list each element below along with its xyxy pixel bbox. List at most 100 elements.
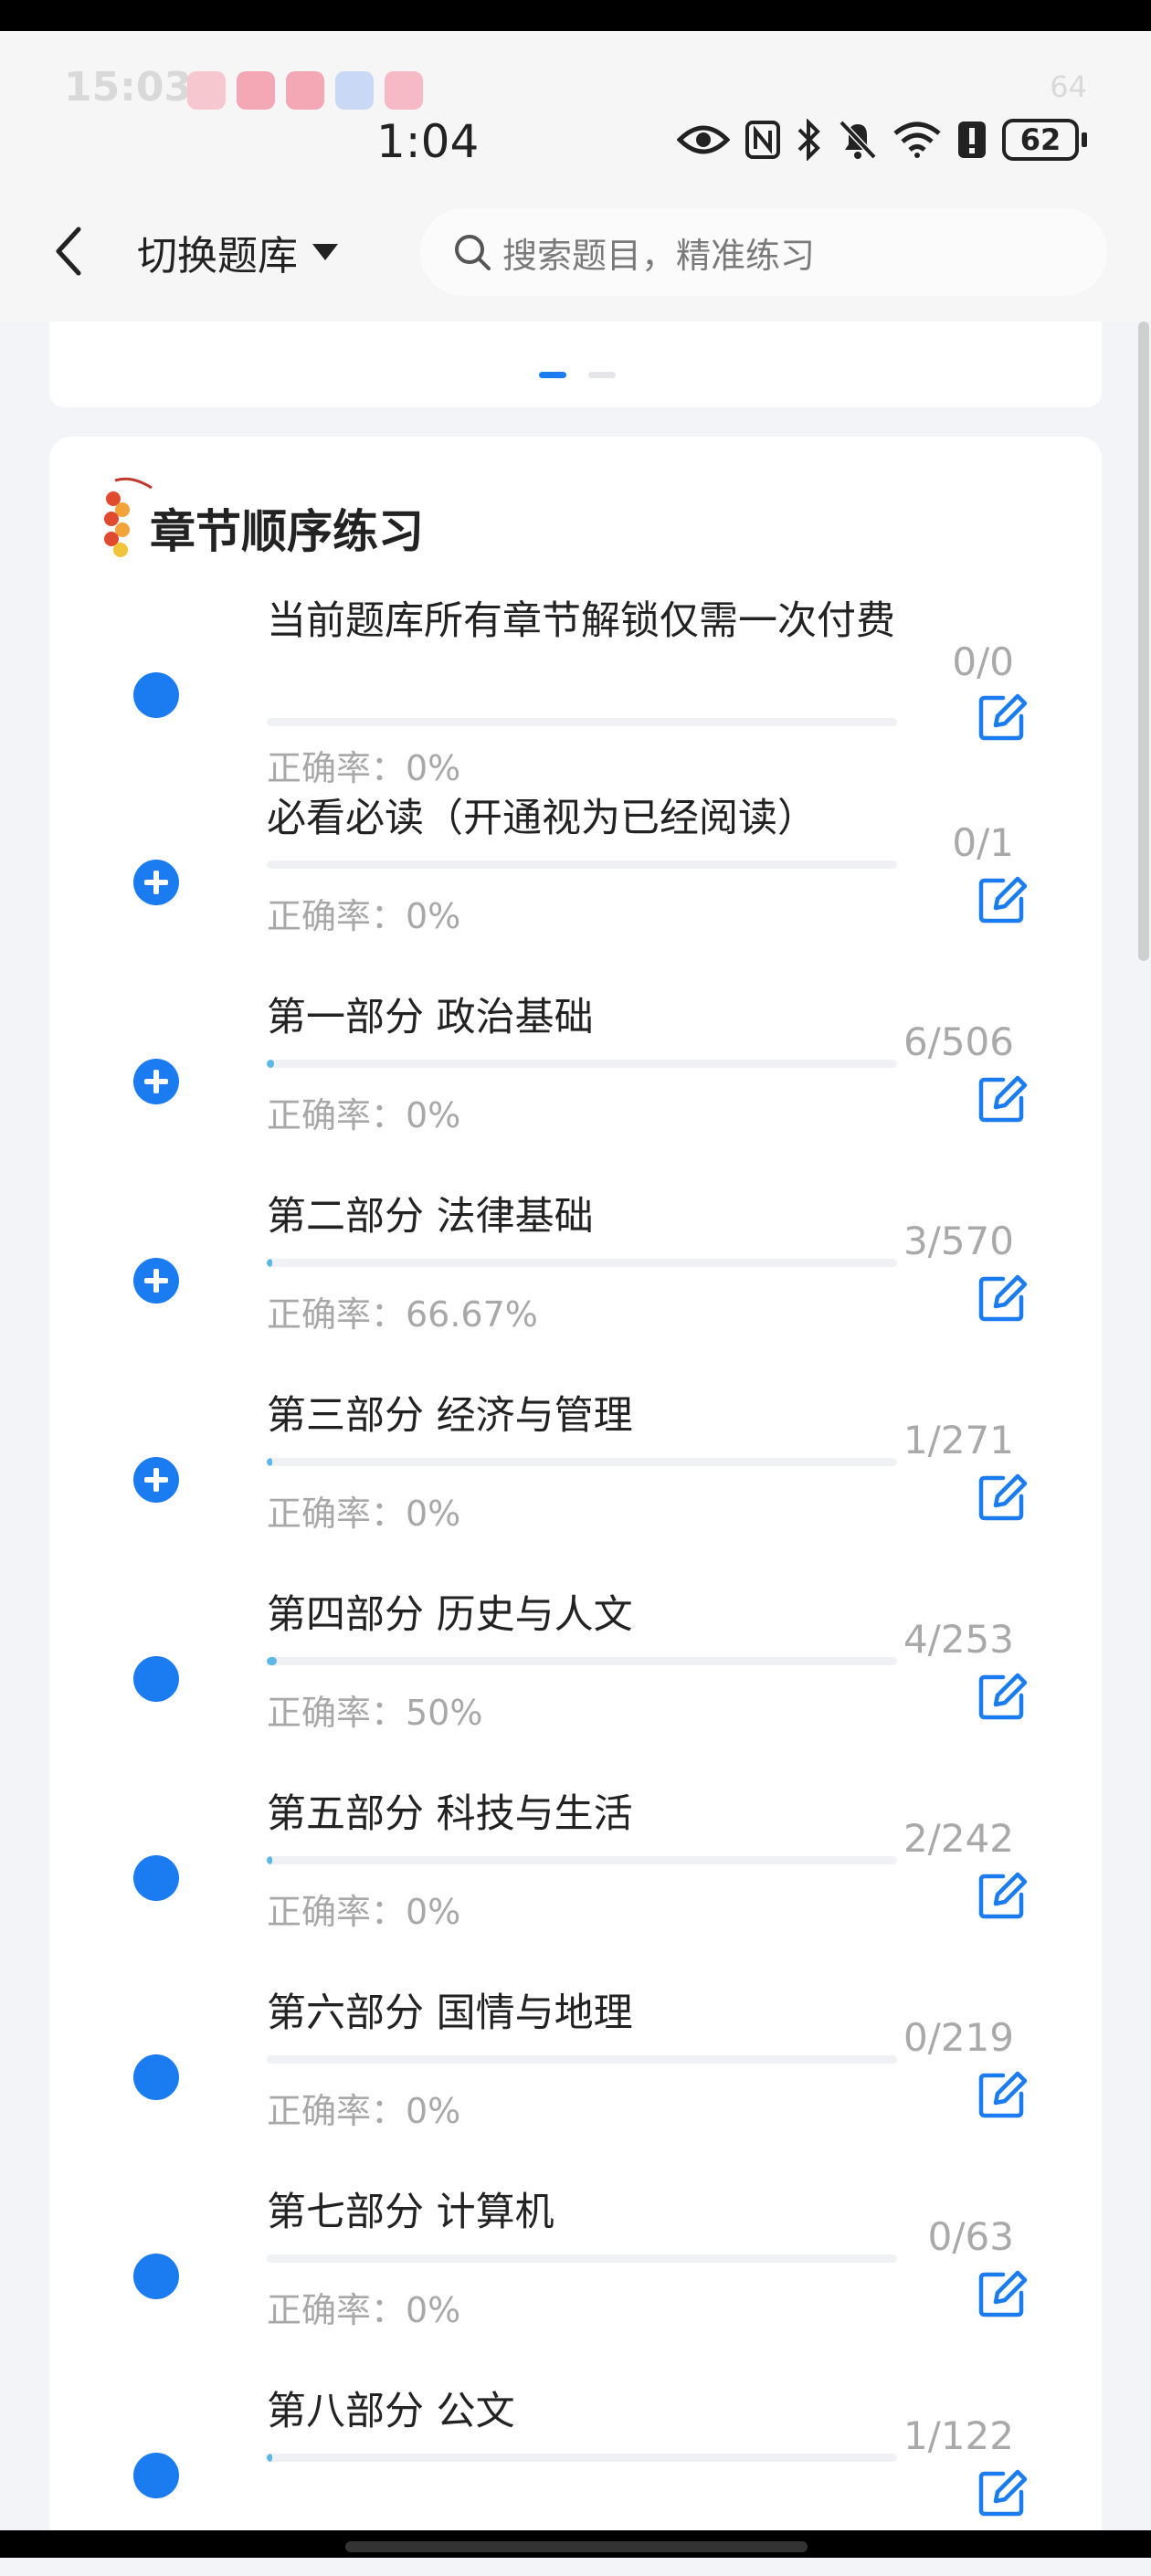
app-notification-icon [286,71,324,110]
chapter-dot-icon[interactable] [133,1855,179,1901]
battery-indicator: 62 [1002,119,1087,161]
switch-question-bank-label: 切换题库 [137,233,298,280]
status-time: 1:04 [376,115,480,168]
chapter-row[interactable]: 第六部分 国情与地理 正确率：0% 0/219 [49,1979,1102,2178]
status-icons: 62 [677,119,1087,161]
app-notification-icon [237,71,275,110]
chapter-progress-bar [267,1458,897,1466]
chapter-dot-icon[interactable] [133,2054,179,2100]
edit-icon[interactable] [976,2267,1029,2320]
chapter-progress-bar [267,718,897,726]
nfc-icon [745,121,780,159]
chapter-progress-count: 0/0 [952,639,1014,684]
chapter-accuracy-rate: 正确率：50% [267,1693,483,1733]
chapter-progress-count: 6/506 [903,1019,1014,1064]
chapter-dot-icon[interactable] [133,2254,179,2299]
chapter-row[interactable]: 当前题库所有章节解锁仅需一次付费正确率：0% 0/0 [49,585,1102,788]
app-notification-icon [385,71,423,110]
chapter-row[interactable]: 第五部分 科技与生活 正确率：0% 2/242 [49,1779,1102,1979]
chapter-accuracy-rate: 正确率：0% [267,748,461,788]
ghost-status-time: 15:03 [64,64,193,111]
chapter-accuracy-rate: 正确率：0% [267,1095,461,1135]
expand-plus-icon[interactable] [133,860,179,905]
edit-icon[interactable] [976,1670,1029,1723]
top-black-strip [0,0,1151,31]
edit-icon[interactable] [976,873,1029,926]
chapter-progress-fill [267,1259,272,1267]
chapter-progress-bar [267,1259,897,1267]
chapter-progress-count: 0/63 [927,2214,1014,2259]
search-input[interactable]: 搜索题目，精准练习 [420,208,1107,296]
chapter-dot-icon[interactable] [133,672,179,718]
chapter-row[interactable]: 第二部分 法律基础 正确率：66.67% 3/570 [49,1182,1102,1381]
chapter-progress-count: 1/271 [903,1418,1014,1462]
edit-icon[interactable] [976,1471,1029,1524]
edit-icon[interactable] [976,1072,1029,1125]
chapter-progress-count: 1/122 [903,2413,1014,2458]
eye-icon [677,125,730,154]
search-icon [455,235,491,270]
ghost-app-icons [187,71,423,110]
edit-icon[interactable] [976,2068,1029,2121]
chapter-progress-bar [267,860,897,869]
chapter-accuracy-rate: 正确率：0% [267,1494,461,1534]
caret-down-icon [312,244,338,260]
battery-level: 62 [1002,119,1079,161]
edit-icon[interactable] [976,2466,1029,2519]
chapter-progress-count: 2/242 [903,1816,1014,1861]
switch-question-bank-button[interactable]: 切换题库 [137,223,340,281]
scrollbar[interactable] [1138,322,1149,961]
chapter-accuracy-rate: 正确率：0% [267,2290,461,2330]
chapter-accuracy-rate: 正确率：0% [267,1892,461,1932]
chapter-row[interactable]: 第三部分 经济与管理 正确率：0% 1/271 [49,1381,1102,1580]
chapter-title[interactable]: 当前题库所有章节解锁仅需一次付费 [267,597,961,645]
chapter-progress-fill [267,1060,275,1068]
chapter-dot-icon[interactable] [133,2453,179,2498]
app-notification-icon [335,71,374,110]
chapter-accuracy-rate: 正确率：0% [267,2091,461,2131]
chapter-progress-count: 3/570 [903,1219,1014,1263]
chapter-progress-count: 0/1 [952,820,1014,865]
edit-icon[interactable] [976,1869,1029,1922]
chapter-progress-bar [267,2454,897,2462]
search-placeholder: 搜索题目，精准练习 [502,235,816,276]
edit-icon[interactable] [976,1272,1029,1325]
chapter-progress-fill [267,1856,272,1864]
bluetooth-icon [797,119,820,161]
chapter-dot-icon[interactable] [133,1656,179,1702]
edit-icon[interactable] [976,691,1029,744]
alert-icon [958,121,986,158]
banner-page-dot[interactable] [588,372,616,378]
section-title: 章节顺序练习 [150,505,424,558]
chapter-row[interactable]: 第一部分 政治基础 正确率：0% 6/506 [49,983,1102,1182]
expand-plus-icon[interactable] [133,1457,179,1503]
chapter-row[interactable]: 第七部分 计算机 正确率：0% 0/63 [49,2178,1102,2377]
battery-nub [1082,132,1087,147]
chapter-progress-bar [267,1856,897,1864]
chapter-row[interactable]: 必看必读（开通视为已经阅读） 正确率：0% 0/1 [49,784,1102,983]
wifi-icon [893,121,941,158]
expand-plus-icon[interactable] [133,1258,179,1304]
expand-plus-icon[interactable] [133,1059,179,1104]
back-button[interactable] [51,224,88,282]
chapter-accuracy-rate: 正确率：0% [267,896,461,936]
status-bar: 15:03 64 1:04 62 [0,31,1151,183]
app-notification-icon [187,71,226,110]
home-indicator[interactable] [345,2541,808,2552]
chapter-progress-bar [267,2254,897,2263]
banner-page-dot-active[interactable] [539,372,566,378]
chapter-progress-bar [267,1657,897,1665]
banner-card [49,322,1102,407]
top-navigation: 切换题库 搜索题目，精准练习 [0,183,1151,322]
chapter-accuracy-rate: 正确率：66.67% [267,1294,538,1335]
chapter-progress-count: 0/219 [903,2015,1014,2060]
chapter-progress-fill [267,2454,272,2462]
chapter-progress-bar [267,2055,897,2064]
chapter-row[interactable]: 第四部分 历史与人文 正确率：50% 4/253 [49,1580,1102,1779]
chevron-left-icon [56,227,81,276]
chapter-progress-fill [267,1458,272,1466]
chapter-progress-fill [267,1657,278,1665]
chapter-progress-count: 4/253 [903,1617,1014,1662]
ghost-battery: 64 [1050,69,1087,104]
mute-bell-icon [839,120,877,160]
